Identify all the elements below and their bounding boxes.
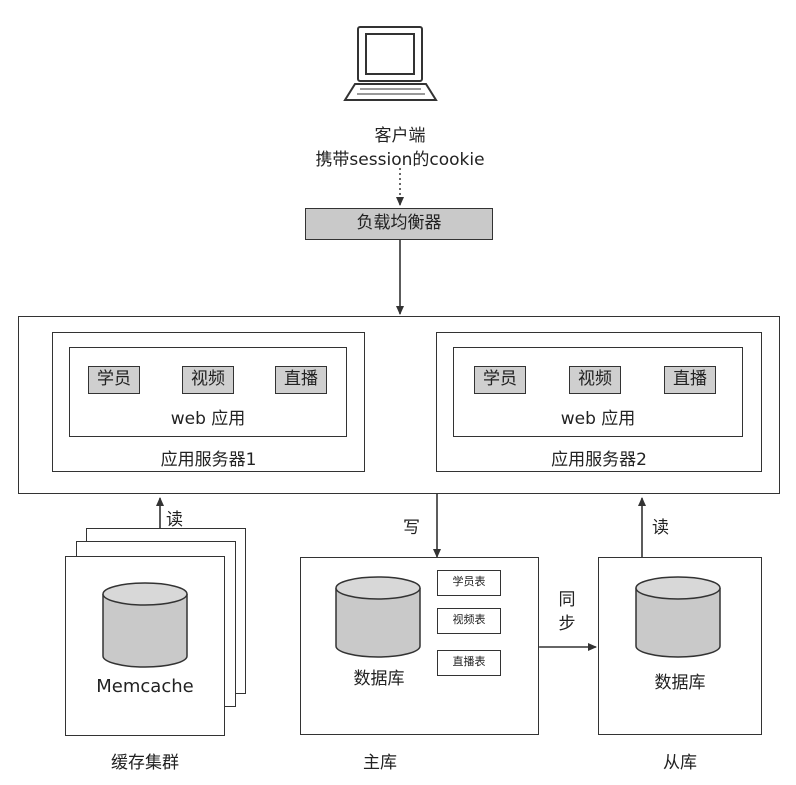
computer-icon: [343, 26, 438, 101]
slave-read-label: 读: [652, 518, 669, 538]
master-db-box: 数据库 学员表 视频表 直播表: [300, 557, 539, 735]
cache-read-label: 读: [166, 510, 183, 530]
module-video: 视频: [569, 366, 621, 394]
module-live: 直播: [664, 366, 716, 394]
load-balancer-label: 负载均衡器: [356, 213, 442, 233]
client-note: 携带session的cookie: [315, 150, 485, 170]
table-live: 直播表: [437, 650, 501, 676]
client-label: 客户端: [374, 126, 426, 146]
web-app-1: 学员 视频 直播 web 应用: [69, 347, 347, 437]
module-student: 学员: [88, 366, 140, 394]
app-server-2: 学员 视频 直播 web 应用 应用服务器2: [436, 332, 762, 472]
module-live: 直播: [275, 366, 327, 394]
sync-label: 同 步: [558, 590, 576, 634]
master-write-label: 写: [403, 518, 420, 538]
web-app-label: web 应用: [560, 409, 636, 429]
module-student: 学员: [474, 366, 526, 394]
app-server-label: 应用服务器2: [551, 450, 647, 470]
slave-db-box: 数据库: [598, 557, 762, 735]
web-app-2: 学员 视频 直播 web 应用: [453, 347, 743, 437]
app-server-label: 应用服务器1: [160, 450, 257, 470]
master-db-label: 数据库: [353, 669, 405, 689]
web-app-label: web 应用: [170, 409, 246, 429]
master-caption: 主库: [363, 753, 397, 773]
slave-db-label: 数据库: [654, 673, 706, 693]
load-balancer: 负载均衡器: [305, 208, 493, 240]
table-student: 学员表: [437, 570, 501, 596]
database-icon: [335, 576, 421, 658]
database-icon: [102, 582, 188, 668]
table-video: 视频表: [437, 608, 501, 634]
database-icon: [635, 576, 721, 658]
app-server-1: 学员 视频 直播 web 应用 应用服务器1: [52, 332, 365, 472]
module-video: 视频: [182, 366, 234, 394]
cache-name: Memcache: [96, 676, 194, 697]
cache-node: Memcache: [65, 556, 225, 736]
cache-caption: 缓存集群: [111, 753, 179, 773]
slave-caption: 从库: [663, 753, 697, 773]
